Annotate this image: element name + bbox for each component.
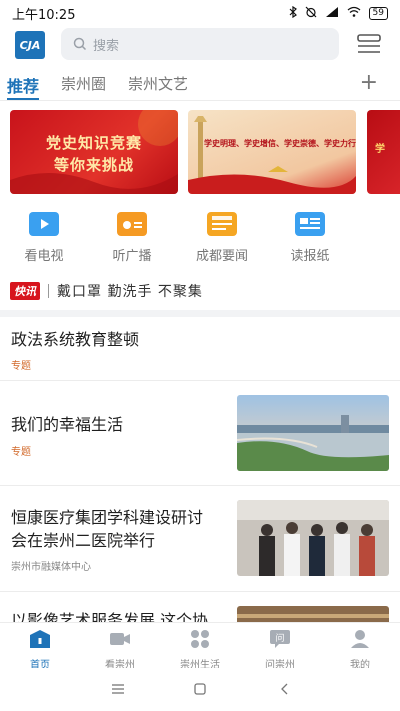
flash-badge: 快讯 [10, 282, 40, 300]
quick-newspaper[interactable]: 读报纸 [270, 212, 350, 264]
menu-icon[interactable] [356, 33, 382, 55]
news-item[interactable]: 政法系统教育整顿 专题 [0, 317, 400, 381]
flash-news[interactable]: 快讯 戴口罩 勤洗手 不聚集 [10, 280, 390, 302]
news-title: 以影像艺术服务发展 这个协 [11, 611, 209, 622]
news-title-line1: 恒康医疗集团学科建设研讨 [11, 508, 204, 527]
banner-party-history-text: 学史明理、学史增信、学史崇德、学史力行 [204, 139, 356, 148]
svg-text:问: 问 [275, 632, 284, 644]
flash-text: 戴口罩 勤洗手 不聚集 [57, 284, 203, 300]
news-item[interactable]: 以影像艺术服务发展 这个协 [0, 592, 400, 622]
news-tag: 专题 [11, 361, 31, 372]
home-square-icon[interactable] [194, 683, 206, 695]
newspaper-icon [295, 212, 325, 236]
banner-quiz[interactable]: 党史知识竞赛 等你来挑战 [10, 110, 178, 194]
signal-icon [325, 6, 339, 21]
quick-newspaper-label: 读报纸 [290, 249, 330, 264]
status-bar: 上午10:25 59 [0, 0, 400, 26]
bluetooth-icon [289, 5, 297, 21]
search-placeholder: 搜索 [93, 38, 120, 54]
quick-tv-label: 看电视 [24, 249, 64, 264]
quick-radio-label: 听广播 [112, 249, 152, 264]
news-icon [207, 212, 237, 236]
quick-radio[interactable]: 听广播 [92, 212, 172, 264]
question-chat-icon: 问 [270, 630, 290, 648]
quick-chengdu-news-label: 成都要闻 [195, 249, 248, 264]
app-logo[interactable]: CJA [15, 31, 45, 59]
home-icon [30, 630, 50, 648]
news-title: 我们的幸福生活 [11, 415, 124, 434]
news-title-line2: 会在崇州二医院举行 [11, 531, 156, 550]
news-thumbnail [237, 395, 389, 471]
news-source: 崇州市融媒体中心 [11, 562, 91, 573]
section-separator [0, 310, 400, 317]
video-camera-icon [110, 633, 130, 645]
recent-apps-icon[interactable] [112, 684, 124, 694]
nav-me[interactable]: 我的 [320, 629, 400, 671]
battery-icon: 59 [368, 6, 388, 20]
bottom-nav: 首页 看崇州 崇州生活 问 问崇州 我的 [0, 622, 400, 671]
banner-carousel: 党史知识竞赛 等你来挑战 学史明理、学史增信、学史崇德、学史力行 学 [0, 110, 400, 195]
nav-watch[interactable]: 看崇州 [80, 629, 160, 671]
nav-home[interactable]: 首页 [0, 629, 80, 671]
back-icon[interactable] [280, 683, 288, 695]
tab-divider [0, 100, 400, 101]
news-thumbnail [237, 500, 389, 576]
wifi-icon [347, 6, 361, 20]
banner-third-text: 学 [375, 144, 385, 155]
banner-quiz-line1: 党史知识竞赛 [45, 134, 142, 152]
tv-icon [29, 212, 59, 236]
grid-icon [191, 630, 209, 648]
tab-chongzhou-arts[interactable]: 崇州文艺 [128, 70, 188, 102]
news-item[interactable]: 我们的幸福生活 专题 [0, 381, 400, 486]
quick-tv[interactable]: 看电视 [4, 212, 84, 264]
news-item[interactable]: 恒康医疗集团学科建设研讨 会在崇州二医院举行 崇州市融媒体中心 [0, 486, 400, 592]
status-icons: 59 [289, 5, 388, 21]
status-time: 上午10:25 [12, 7, 76, 23]
flash-separator [48, 284, 49, 298]
banner-quiz-line2: 等你来挑战 [53, 156, 134, 174]
quick-chengdu-news[interactable]: 成都要闻 [182, 212, 262, 264]
nav-ask[interactable]: 问 问崇州 [240, 629, 320, 671]
add-channel-icon[interactable]: + [360, 70, 378, 96]
channel-tabs: 推荐 崇州圈 崇州文艺 + [0, 70, 400, 102]
search-bar[interactable]: 搜索 [61, 28, 339, 60]
system-nav-bar [0, 668, 400, 711]
banner-party-history[interactable]: 学史明理、学史增信、学史崇德、学史力行 [188, 110, 356, 194]
search-icon [73, 37, 87, 51]
tab-recommend[interactable]: 推荐 [7, 70, 40, 102]
alarm-off-icon [305, 6, 317, 21]
radio-icon [117, 212, 147, 236]
nav-life[interactable]: 崇州生活 [160, 629, 240, 671]
header: CJA 搜索 [0, 28, 400, 62]
news-title: 政法系统教育整顿 [11, 330, 140, 349]
quick-access: 看电视 听广播 成都要闻 读报纸 [0, 212, 400, 264]
user-icon [351, 630, 369, 648]
news-tag: 专题 [11, 447, 31, 458]
news-thumbnail [237, 606, 389, 622]
banner-third[interactable]: 学 [367, 110, 400, 194]
tab-chongzhou-circle[interactable]: 崇州圈 [61, 70, 106, 102]
